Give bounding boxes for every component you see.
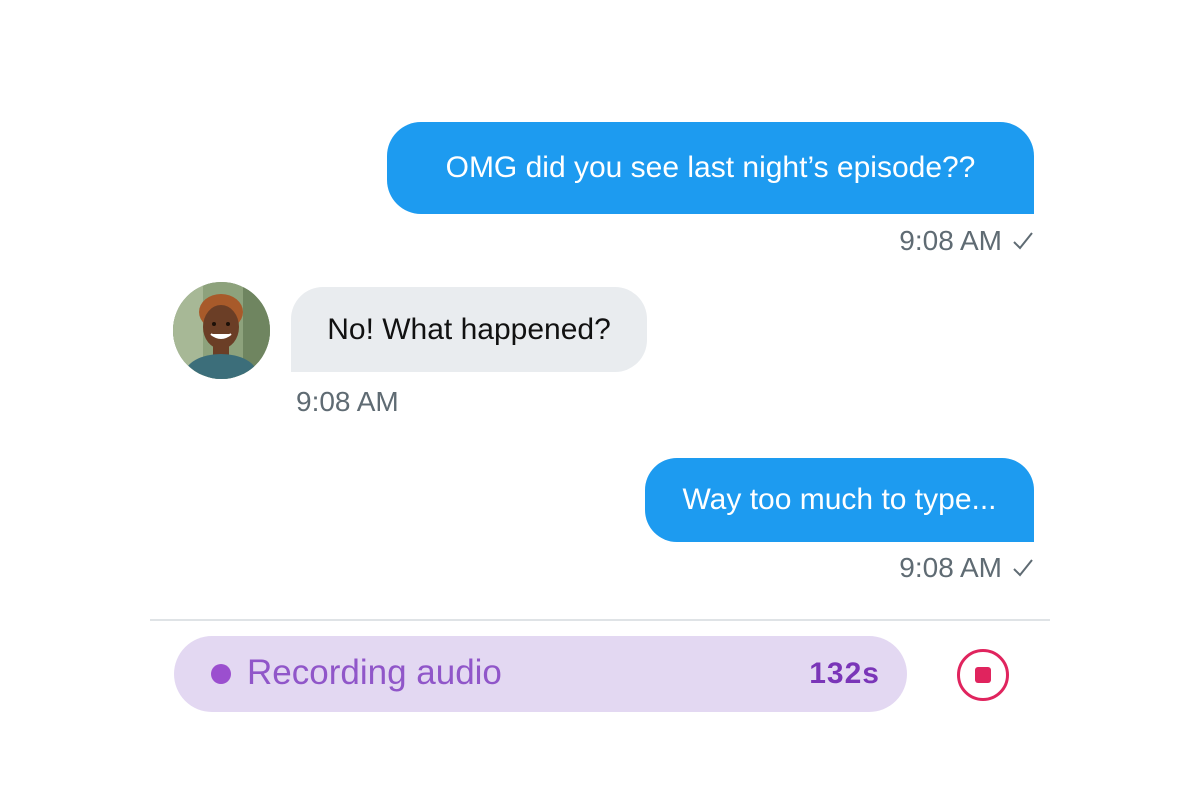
message-meta: 9:08 AM bbox=[899, 554, 1034, 582]
chat-thread: OMG did you see last night’s episode?? 9… bbox=[0, 0, 1200, 787]
outgoing-message-bubble[interactable]: OMG did you see last night’s episode?? bbox=[387, 122, 1034, 214]
avatar[interactable] bbox=[173, 282, 270, 379]
avatar-photo bbox=[173, 282, 270, 379]
message-timestamp: 9:08 AM bbox=[296, 386, 399, 417]
recording-indicator-icon bbox=[211, 664, 231, 684]
composer-divider bbox=[150, 619, 1050, 621]
recording-duration: 132s bbox=[809, 657, 880, 690]
check-icon bbox=[1013, 559, 1033, 577]
stop-recording-button[interactable] bbox=[957, 649, 1009, 701]
incoming-message-bubble[interactable]: No! What happened? bbox=[291, 287, 647, 372]
check-icon bbox=[1013, 232, 1033, 250]
stop-icon bbox=[975, 667, 991, 683]
outgoing-message-bubble[interactable]: Way too much to type... bbox=[645, 458, 1034, 542]
message-meta: 9:08 AM bbox=[899, 227, 1034, 255]
message-timestamp: 9:08 AM bbox=[899, 552, 1002, 583]
recording-label: Recording audio bbox=[247, 653, 502, 692]
message-text: Way too much to type... bbox=[682, 483, 997, 516]
audio-recording-bar[interactable]: Recording audio 132s bbox=[174, 636, 907, 712]
message-timestamp: 9:08 AM bbox=[899, 225, 1002, 256]
message-meta: 9:08 AM bbox=[296, 388, 399, 416]
message-text: No! What happened? bbox=[327, 312, 611, 346]
message-text: OMG did you see last night’s episode?? bbox=[445, 151, 976, 184]
